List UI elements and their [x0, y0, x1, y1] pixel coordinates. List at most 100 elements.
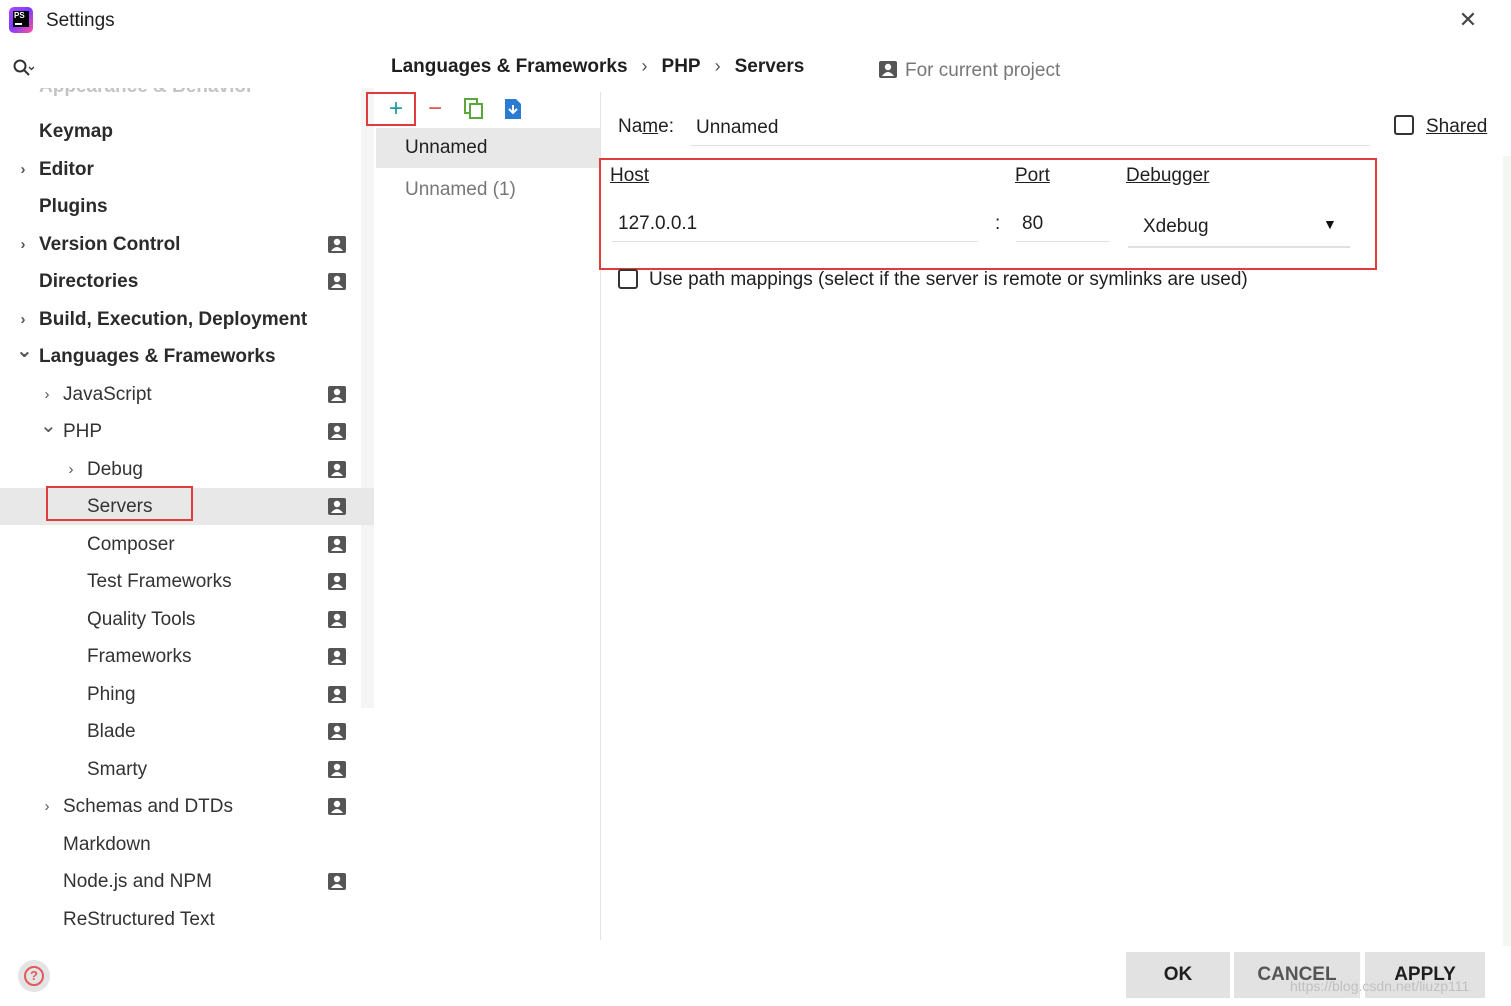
project-icon	[328, 423, 346, 440]
tree-item-label: Quality Tools	[87, 608, 196, 630]
tree-item[interactable]: › Build, Execution, Deployment	[0, 301, 374, 338]
help-button[interactable]: ?	[18, 960, 50, 992]
tree-item[interactable]: Keymap	[0, 113, 374, 150]
project-icon	[328, 273, 346, 290]
servers-toolbar: + −	[366, 92, 600, 128]
project-icon	[328, 498, 346, 515]
tree-item[interactable]: Phing	[0, 676, 374, 713]
search-input[interactable]	[38, 54, 362, 84]
close-button[interactable]: ✕	[1456, 8, 1480, 32]
tree-item-label: ReStructured Text	[63, 908, 215, 930]
chevron-right-icon[interactable]: ›	[16, 226, 30, 263]
chevron-right-icon[interactable]: ›	[40, 376, 54, 413]
debugger-selected-value: Xdebug	[1143, 216, 1209, 237]
tree-item[interactable]: ⌄ Languages & Frameworks	[0, 338, 374, 375]
tree-item-label: Smarty	[87, 758, 148, 780]
project-icon	[328, 798, 346, 815]
tree-item-label: PHP	[63, 421, 103, 442]
project-icon	[328, 610, 346, 628]
tree-item-label: Build, Execution, Deployment	[39, 308, 308, 330]
project-icon	[328, 460, 346, 478]
chevron-right-icon[interactable]: ›	[16, 301, 30, 338]
project-icon	[328, 873, 346, 890]
chevron-down-icon[interactable]: ⌄	[40, 413, 57, 450]
project-icon	[328, 685, 346, 703]
tree-item[interactable]: Servers	[0, 486, 374, 525]
tree-item[interactable]: › Version Control	[0, 226, 374, 263]
shared-checkbox[interactable]	[1394, 115, 1414, 135]
help-icon: ?	[24, 966, 44, 986]
path-mappings-checkbox[interactable]	[618, 269, 638, 289]
project-icon	[879, 61, 897, 78]
tree-item[interactable]: Quality Tools	[0, 601, 374, 638]
path-mappings-label: Use path mappings (select if the server …	[649, 269, 1248, 290]
host-port-separator: :	[995, 213, 1001, 234]
tree-item[interactable]: › JavaScript	[0, 376, 374, 413]
tree-item-label: Blade	[87, 721, 136, 742]
tree-item-label: Phing	[87, 683, 136, 705]
breadcrumb-item[interactable]: PHP	[662, 56, 701, 78]
tree-item-label: Directories	[39, 271, 139, 292]
breadcrumb-separator-icon: ›	[714, 56, 721, 76]
tree-item[interactable]: Composer	[0, 526, 374, 563]
tree-item[interactable]: Test Frameworks	[0, 563, 374, 600]
tree-item[interactable]: ⌄ PHP	[0, 413, 374, 450]
breadcrumb-item[interactable]: Languages & Frameworks	[391, 56, 628, 78]
chevron-right-icon[interactable]: ›	[64, 451, 78, 488]
tree-item[interactable]: Node.js and NPM	[0, 863, 374, 900]
chevron-right-icon[interactable]: ›	[16, 151, 30, 188]
tree-item[interactable]: › Debug	[0, 451, 374, 488]
tree-item-label: Composer	[87, 533, 175, 555]
ok-button[interactable]: OK	[1126, 952, 1230, 998]
host-label: Host	[610, 165, 650, 186]
tree-item[interactable]: Directories	[0, 263, 374, 300]
project-icon	[328, 760, 346, 778]
name-label: Name:	[618, 116, 674, 137]
host-input[interactable]	[612, 206, 978, 242]
port-label: Port	[1015, 165, 1050, 186]
chevron-down-icon[interactable]: ⌄	[16, 338, 33, 375]
debugger-label: Debugger	[1126, 165, 1210, 186]
tree-item[interactable]: Markdown	[0, 826, 374, 863]
tree-item[interactable]: › Schemas and DTDs	[0, 788, 374, 825]
window-title: Settings	[46, 10, 115, 31]
chevron-down-icon: ▼	[1323, 216, 1337, 232]
remove-server-button[interactable]: −	[419, 92, 451, 126]
project-icon	[328, 573, 346, 590]
search-icon[interactable]	[12, 58, 35, 78]
scope-label: For current project	[879, 60, 1060, 82]
tree-item-partial[interactable]: Appearance & Behavior	[0, 88, 360, 104]
name-input[interactable]	[690, 110, 1370, 146]
watermark: https://blog.csdn.net/liuzp111	[1290, 978, 1470, 994]
chevron-right-icon[interactable]: ›	[40, 788, 54, 825]
tree-item[interactable]: Smarty	[0, 751, 374, 788]
breadcrumb-item: Servers	[734, 56, 805, 77]
project-icon	[328, 235, 346, 253]
import-icon	[505, 99, 521, 119]
tree-item-label: Frameworks	[87, 646, 192, 667]
tree-item-label: Markdown	[63, 833, 151, 855]
server-list-item[interactable]: Unnamed	[376, 128, 600, 168]
tree-item-label: Schemas and DTDs	[63, 796, 234, 817]
tree-item[interactable]: › Editor	[0, 151, 374, 188]
debugger-select[interactable]: Xdebug ▼	[1128, 208, 1350, 248]
tree-item-label: JavaScript	[63, 383, 152, 405]
background-strip	[1503, 156, 1511, 946]
tree-item-label: Keymap	[39, 121, 113, 142]
tree-item-label: Languages & Frameworks	[39, 346, 276, 367]
import-server-button[interactable]	[497, 92, 529, 126]
background-strip	[1503, 0, 1511, 156]
tree-item-label: Editor	[39, 158, 94, 180]
add-server-button[interactable]: +	[380, 92, 412, 126]
tree-item[interactable]: Plugins	[0, 188, 374, 225]
port-input[interactable]	[1016, 206, 1110, 242]
tree-item[interactable]: Blade	[0, 713, 374, 750]
title-bar	[0, 0, 1511, 44]
copy-server-button[interactable]	[458, 92, 490, 126]
server-list-item[interactable]: Unnamed (1)	[376, 170, 600, 210]
breadcrumb-separator-icon: ›	[641, 56, 648, 76]
tree-item-label: Node.js and NPM	[63, 871, 212, 892]
tree-item[interactable]: ReStructured Text	[0, 901, 374, 938]
breadcrumb: Languages & Frameworks › PHP › Servers	[391, 56, 804, 80]
tree-item[interactable]: Frameworks	[0, 638, 374, 675]
